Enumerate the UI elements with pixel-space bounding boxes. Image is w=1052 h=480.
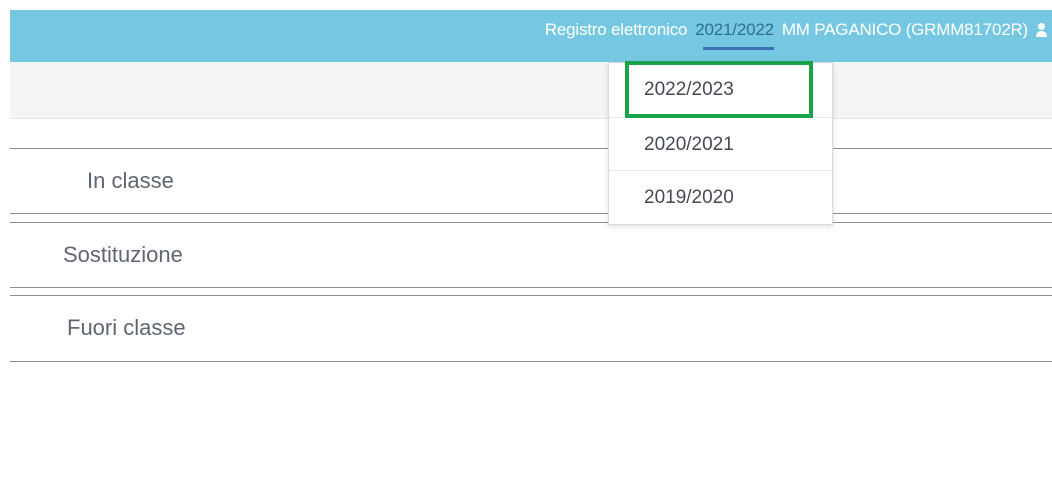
school-name[interactable]: MM PAGANICO (GRMM81702R) [782,20,1028,40]
year-option-2022-2023[interactable]: 2022/2023 [609,63,832,116]
year-dropdown-menu: 2022/2023 2020/2021 2019/2020 [608,62,833,225]
navbar-breadcrumb: Registro elettronico 2021/2022 MM PAGANI… [537,10,1047,50]
year-option-2020-2021[interactable]: 2020/2021 [609,117,832,170]
year-selector[interactable]: 2021/2022 [695,20,774,50]
divider [10,222,1052,223]
section-sostituzione[interactable]: Sostituzione [63,242,183,268]
section-fuori-classe[interactable]: Fuori classe [67,315,186,341]
section-in-classe[interactable]: In classe [87,168,174,194]
divider [10,213,1052,214]
top-navbar: Registro elettronico 2021/2022 MM PAGANI… [10,10,1052,62]
divider [10,361,1052,362]
divider [10,295,1052,296]
divider [10,287,1052,288]
current-year[interactable]: 2021/2022 [695,20,774,39]
user-icon[interactable] [1036,23,1047,37]
page: Registro elettronico 2021/2022 MM PAGANI… [0,0,1052,480]
year-selector-underline [703,47,774,50]
toolbar-strip [10,62,1052,119]
app-label[interactable]: Registro elettronico [545,20,688,40]
divider [10,148,1052,149]
year-option-2019-2020[interactable]: 2019/2020 [609,170,832,223]
